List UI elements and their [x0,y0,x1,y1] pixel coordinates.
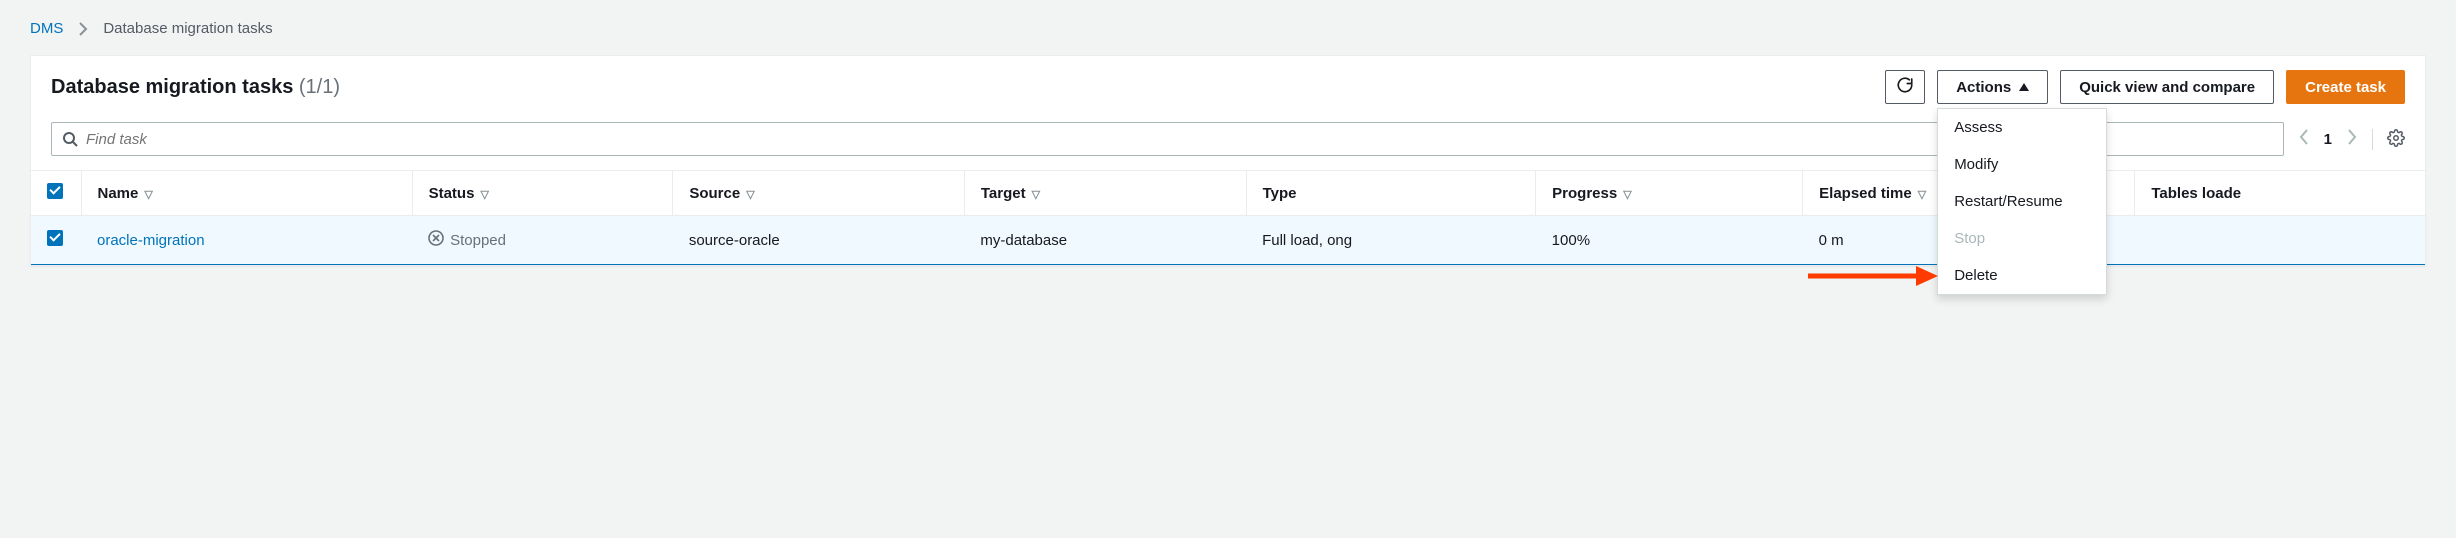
menu-item-modify[interactable]: Modify [1938,146,2106,183]
menu-item-assess[interactable]: Assess [1938,109,2106,146]
actions-menu: Assess Modify Restart/Resume Stop Delete [1937,108,2107,295]
create-task-button[interactable]: Create task [2286,70,2405,104]
settings-button[interactable] [2372,129,2405,150]
col-target[interactable]: Target▽ [964,171,1246,216]
refresh-icon [1896,76,1914,98]
menu-item-delete[interactable]: Delete [1938,257,2106,294]
breadcrumb-current: Database migration tasks [103,20,272,37]
row-checkbox[interactable] [47,230,63,246]
menu-item-restart[interactable]: Restart/Resume [1938,183,2106,220]
chevron-right-icon [75,21,91,37]
stopped-icon [428,230,444,250]
sort-icon: ▽ [480,189,488,201]
page-number: 1 [2324,131,2332,148]
sort-icon: ▽ [1918,189,1926,201]
cell-type: Full load, ong [1246,216,1536,265]
menu-item-stop: Stop [1938,220,2106,257]
cell-target: my-database [964,216,1246,265]
cell-tables [2135,216,2425,265]
tasks-panel: Database migration tasks (1/1) Actions A… [30,55,2426,266]
col-status[interactable]: Status▽ [412,171,673,216]
cell-progress: 100% [1536,216,1803,265]
sort-icon: ▽ [746,189,754,201]
col-source[interactable]: Source▽ [673,171,965,216]
actions-button[interactable]: Actions [1937,70,2048,104]
col-name[interactable]: Name▽ [81,171,412,216]
page-title: Database migration tasks (1/1) [51,76,340,99]
caret-up-icon [2019,83,2029,91]
select-all-checkbox[interactable] [47,183,63,199]
sort-icon: ▽ [144,189,152,201]
search-icon [62,131,78,147]
breadcrumb: DMS Database migration tasks [30,20,2426,37]
sort-icon: ▽ [1032,189,1040,201]
page-prev-button[interactable] [2298,128,2310,151]
breadcrumb-root-link[interactable]: DMS [30,20,63,37]
col-tables[interactable]: Tables loade [2135,171,2425,216]
sort-icon: ▽ [1623,189,1631,201]
refresh-button[interactable] [1885,70,1925,104]
task-name-link[interactable]: oracle-migration [81,216,412,265]
status-badge: Stopped [428,230,657,250]
quick-view-button[interactable]: Quick view and compare [2060,70,2274,104]
pagination: 1 [2298,128,2405,151]
col-progress[interactable]: Progress▽ [1536,171,1803,216]
col-type[interactable]: Type [1246,171,1536,216]
page-next-button[interactable] [2346,128,2358,151]
cell-source: source-oracle [673,216,965,265]
